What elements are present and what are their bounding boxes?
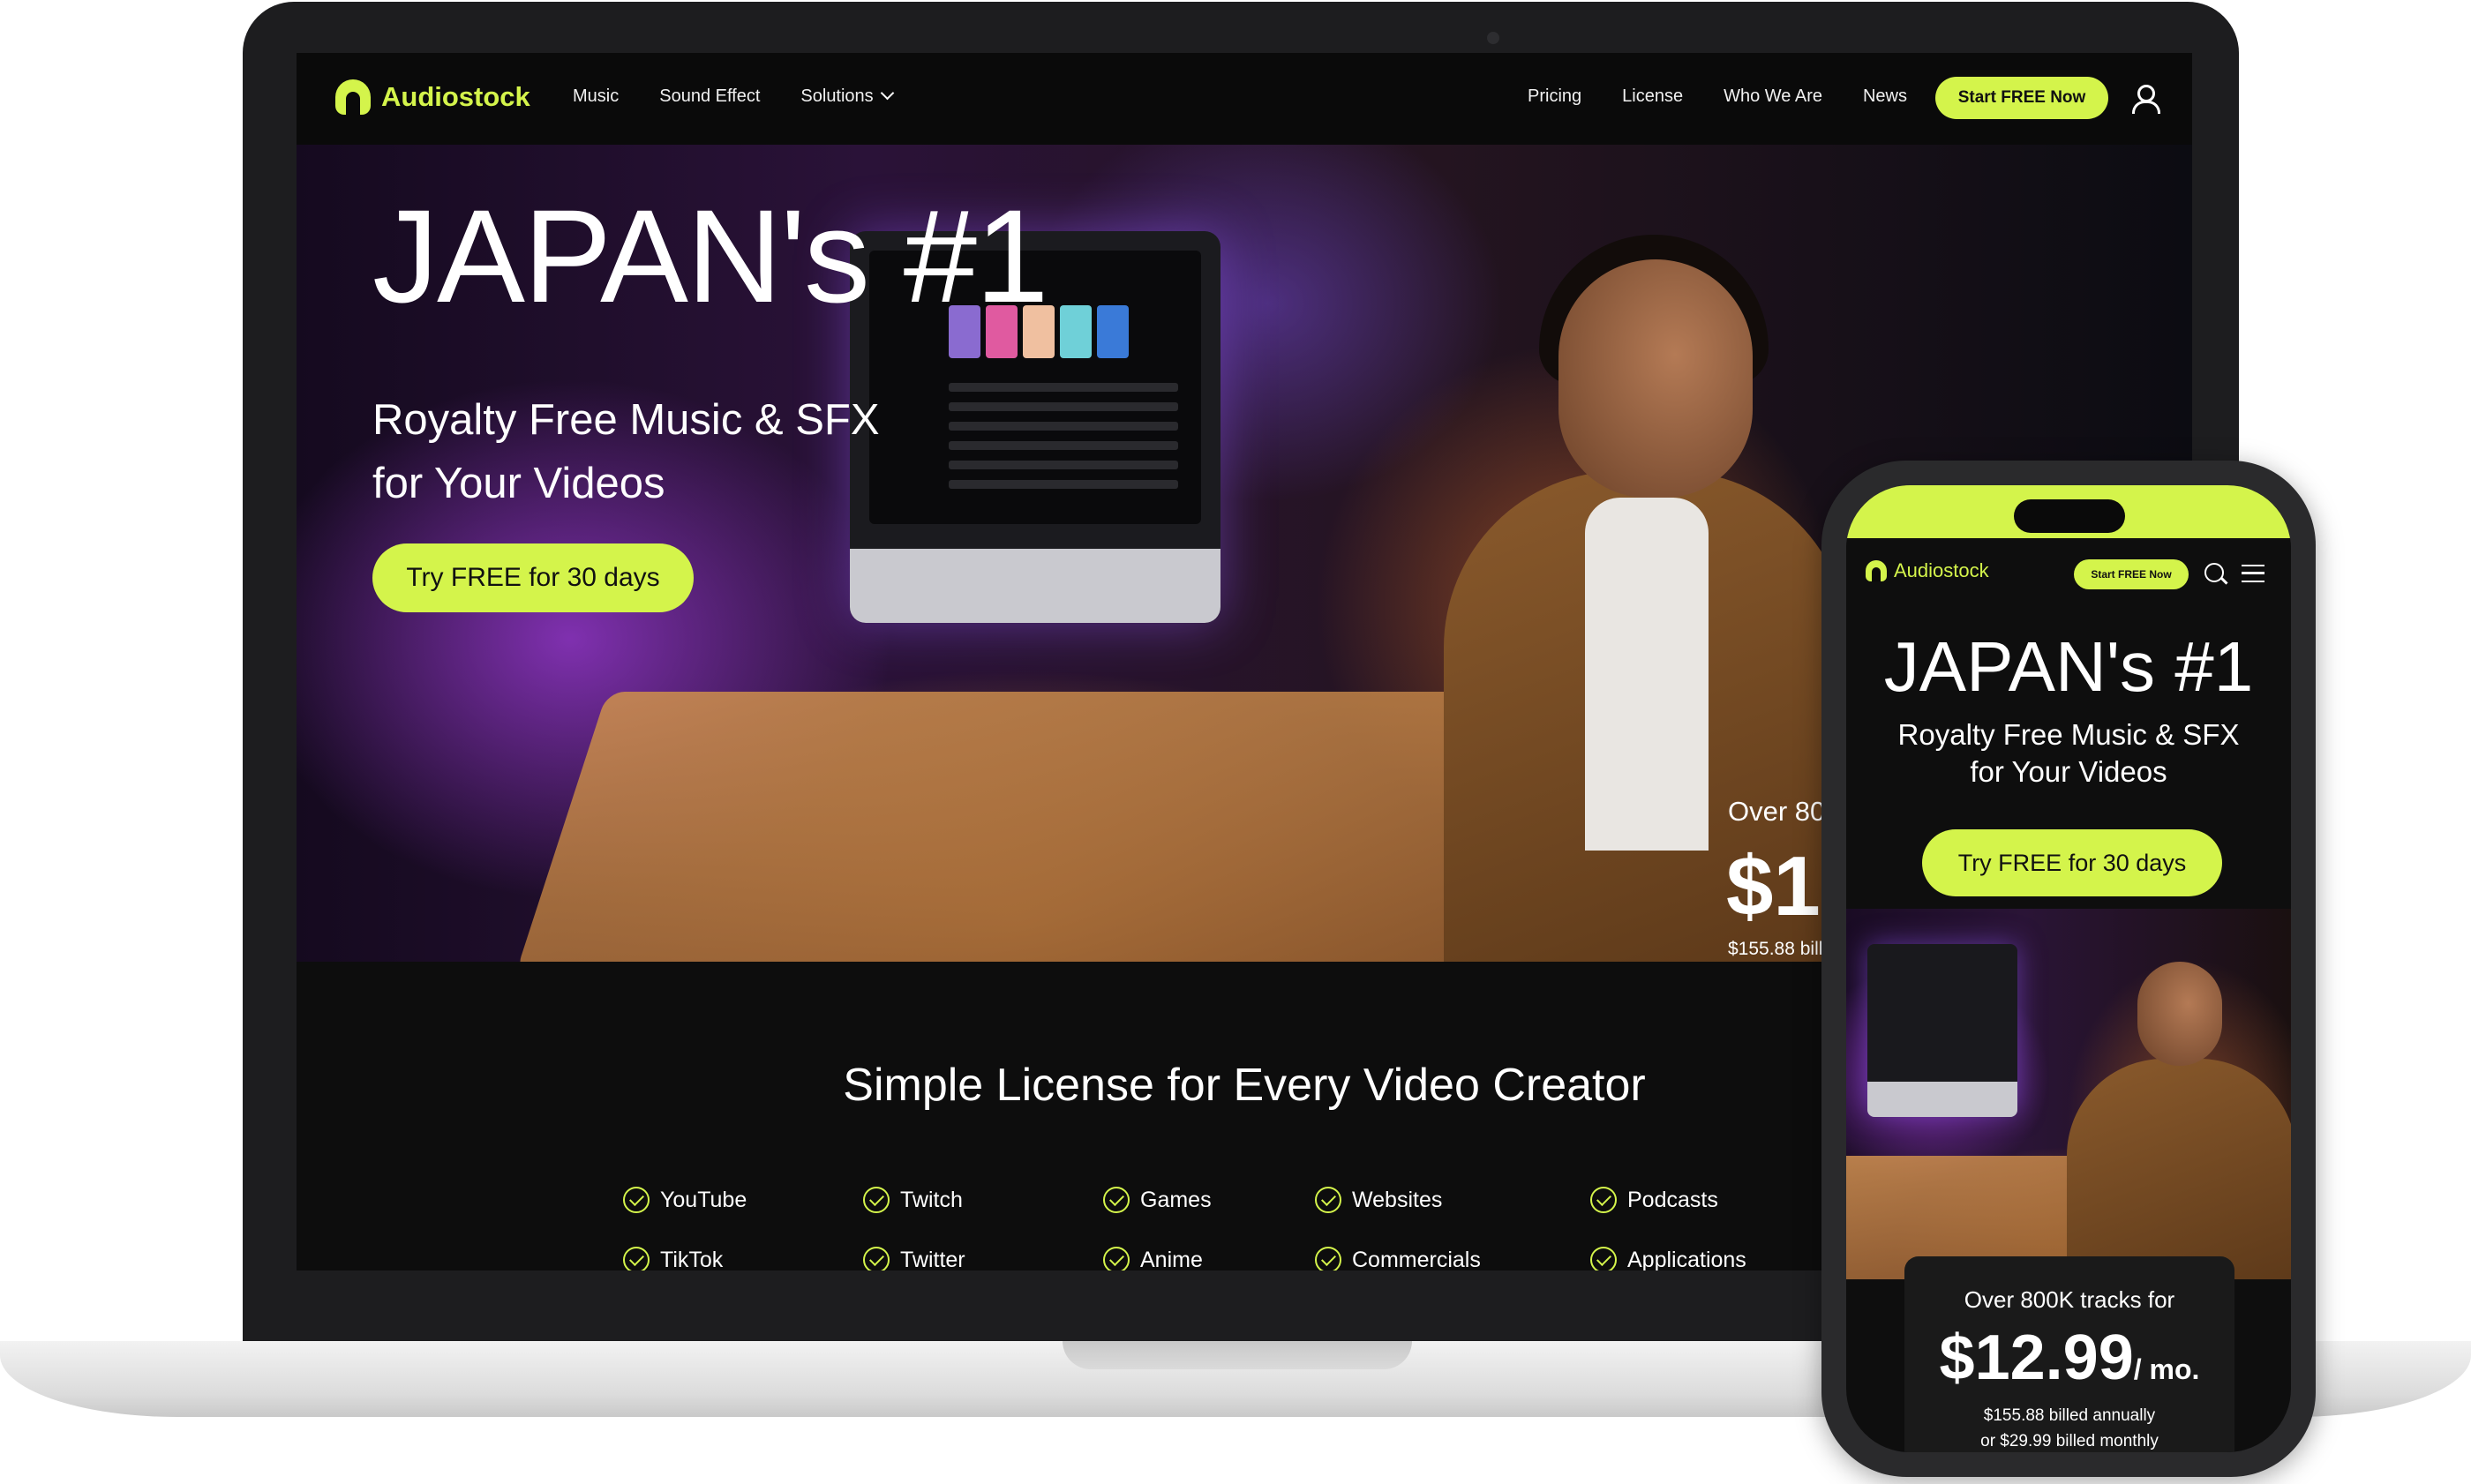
mobile-header: Audiostock Start FREE Now [1846,538,2291,600]
use-case-item: Twitch [863,1187,963,1213]
mobile-photo-monitor-chin [1867,1082,2017,1117]
mobile-billed-monthly: or $29.99 billed monthly [1980,1432,2159,1450]
use-case-label: Podcasts [1627,1187,1718,1212]
use-case-item: Commercials [1315,1247,1481,1270]
desktop-header: Audiostock Music Sound Effect Solutions … [297,53,2192,145]
mobile-logo-text: Audiostock [1894,559,1989,581]
mobile-photo-person-body [2067,1059,2291,1279]
mobile-logo[interactable]: Audiostock [1866,559,1989,582]
mobile-price-card: Over 800K tracks for $12.99/ mo. $155.88… [1904,1256,2234,1452]
status-bar [1846,485,2291,538]
hero-title: JAPAN's #1 [372,182,1048,330]
chevron-down-icon [880,86,894,101]
use-case-label: Applications [1627,1247,1746,1271]
check-circle-icon [1315,1187,1341,1213]
use-case-label: YouTube [660,1187,747,1212]
nav-news[interactable]: News [1863,86,1907,107]
use-case-label: Twitter [900,1247,965,1271]
person-head [1558,259,1753,498]
headphone-logo-icon [335,79,371,115]
check-circle-icon [623,1247,650,1270]
nav-primary: Music Sound Effect Solutions [573,86,894,107]
use-case-item: Anime [1103,1247,1203,1270]
use-case-label: Websites [1352,1187,1443,1212]
check-circle-icon [1315,1247,1341,1270]
check-circle-icon [1590,1247,1617,1270]
monitor-chin [850,549,1220,623]
hero-subtitle-line1: Royalty Free Music & SFX [372,396,880,444]
person-shirt [1585,498,1709,851]
mobile-hero-photo [1846,909,2291,1279]
hero-subtitle: Royalty Free Music & SFX for Your Videos [372,388,990,515]
check-circle-icon [863,1187,890,1213]
nav-solutions[interactable]: Solutions [800,86,894,107]
logo-text: Audiostock [381,81,530,112]
hamburger-menu-icon[interactable] [2242,565,2264,582]
thumbnail [1060,305,1092,358]
check-circle-icon [1103,1187,1130,1213]
laptop-notch [1063,1341,1412,1369]
mobile-billed-annually: $155.88 billed annually [1983,1406,2156,1425]
dynamic-island [2014,499,2125,533]
use-case-item: TikTok [623,1247,723,1270]
mobile-subtitle-line2: for Your Videos [1970,755,2167,788]
mobile-price-amount: $12.99 [1939,1323,2134,1393]
check-circle-icon [623,1187,650,1213]
use-case-item: Applications [1590,1247,1746,1270]
use-case-item: Websites [1315,1187,1442,1213]
use-case-item: Games [1103,1187,1212,1213]
use-case-label: Anime [1140,1247,1203,1271]
nav-who-we-are[interactable]: Who We Are [1724,86,1822,107]
logo[interactable]: Audiostock [335,79,530,115]
hero-subtitle-line2: for Your Videos [372,460,665,507]
nav-solutions-label: Solutions [800,86,874,106]
check-circle-icon [1590,1187,1617,1213]
nav-sound-effect[interactable]: Sound Effect [659,86,760,107]
mobile-hero-title: JAPAN's #1 [1883,627,2254,706]
use-case-item: YouTube [623,1187,747,1213]
hero-price-caption: Over 80 [1728,796,1826,827]
hero-billed: $155.88 bill [1728,939,1823,959]
headphone-logo-icon [1866,560,1887,581]
start-free-button[interactable]: Start FREE Now [1935,77,2108,119]
mobile-site: Audiostock Start FREE Now JAPAN's #1 Roy… [1846,485,2291,1452]
mobile-hero-subtitle: Royalty Free Music & SFX for Your Videos [1846,716,2291,791]
mobile-price: $12.99/ mo. [1904,1322,2234,1394]
mobile-subtitle-line1: Royalty Free Music & SFX [1897,718,2240,751]
use-case-label: Games [1140,1187,1212,1212]
mobile-price-caption: Over 800K tracks for [1964,1286,2175,1313]
mobile-try-free-button[interactable]: Try FREE for 30 days [1922,829,2222,896]
search-icon[interactable] [2204,563,2224,582]
mobile-billed: $155.88 billed annually or $29.99 billed… [1904,1403,2234,1452]
nav-secondary: Pricing License Who We Are News [1528,86,1907,107]
nav-license[interactable]: License [1622,86,1683,107]
use-case-item: Podcasts [1590,1187,1718,1213]
nav-music[interactable]: Music [573,86,619,107]
use-case-label: Commercials [1352,1247,1481,1271]
laptop-camera [1487,32,1499,44]
use-case-item: Twitter [863,1247,965,1270]
try-free-button[interactable]: Try FREE for 30 days [372,543,694,612]
mobile-photo-person-head [2137,962,2222,1066]
phone-frame: Audiostock Start FREE Now JAPAN's #1 Roy… [1821,461,2316,1477]
mobile-start-free-button[interactable]: Start FREE Now [2074,559,2189,589]
use-case-label: TikTok [660,1247,724,1271]
user-account-icon[interactable] [2130,83,2160,114]
check-circle-icon [863,1247,890,1270]
nav-pricing[interactable]: Pricing [1528,86,1581,107]
thumbnail [1097,305,1129,358]
mobile-price-unit: / mo. [2133,1353,2200,1385]
use-case-label: Twitch [900,1187,963,1212]
check-circle-icon [1103,1247,1130,1270]
